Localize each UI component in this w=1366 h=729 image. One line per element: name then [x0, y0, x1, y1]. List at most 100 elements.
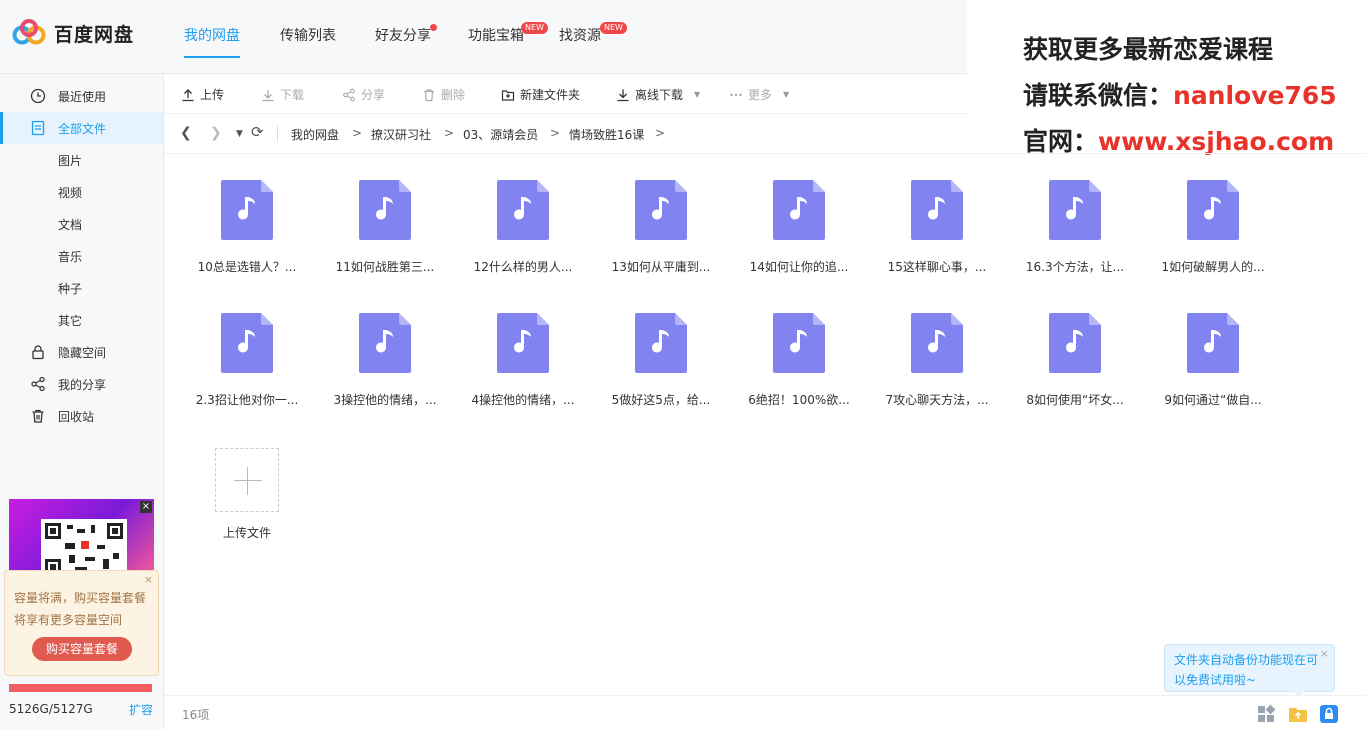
- file-list-icon: [31, 120, 45, 136]
- close-icon[interactable]: ×: [144, 573, 153, 586]
- clock-icon: [30, 88, 46, 104]
- sidebar-item-label: 回收站: [58, 410, 95, 424]
- file-item[interactable]: 10总是选错人？...: [182, 180, 312, 290]
- expand-storage-link[interactable]: 扩容: [129, 701, 153, 718]
- sidebar-item-music[interactable]: 音乐: [0, 240, 163, 272]
- file-item[interactable]: 3操控他的情绪，...: [320, 313, 450, 423]
- refresh-icon[interactable]: ⟳: [251, 123, 264, 141]
- grid-view-icon[interactable]: [1256, 704, 1276, 724]
- upload-file-tile[interactable]: [215, 448, 279, 512]
- new-folder-button[interactable]: 新建文件夹: [501, 86, 580, 103]
- promo-banner-image[interactable]: ×: [9, 499, 154, 574]
- file-item[interactable]: 1如何破解男人的...: [1148, 180, 1278, 290]
- offline-download-icon: [617, 89, 629, 101]
- download-label: 下载: [280, 88, 305, 102]
- file-item[interactable]: 9如何通过“做自...: [1148, 313, 1278, 423]
- file-item[interactable]: 2.3招让他对你一...: [182, 313, 312, 423]
- sidebar-item-label: 图片: [58, 154, 83, 168]
- file-item[interactable]: 5做好这5点，给...: [596, 313, 726, 423]
- more-label: 更多: [748, 88, 773, 102]
- file-item[interactable]: 6绝招！100%欲...: [734, 313, 864, 423]
- file-item[interactable]: 8如何使用“坏女...: [1010, 313, 1140, 423]
- sidebar-item-hidden-space[interactable]: 隐藏空间: [0, 336, 163, 368]
- breadcrumb: ❮ ❯ ▼ ⟳ 我的网盘 > 撩汉研习社 > 03、源靖会员 > 情场致胜16课…: [164, 114, 1366, 154]
- lock-icon: [32, 345, 44, 360]
- breadcrumb-separator: >: [444, 126, 455, 140]
- sidebar-item-label: 隐藏空间: [58, 346, 107, 360]
- delete-button[interactable]: 删除: [422, 86, 465, 103]
- watermark-line-2: 请联系微信：nanlove765: [1023, 76, 1337, 112]
- file-item[interactable]: 16.3个方法，让...: [1010, 180, 1140, 290]
- breadcrumb-item[interactable]: 03、源靖会员: [463, 126, 538, 143]
- offline-download-button[interactable]: 离线下载 ▼: [616, 86, 700, 103]
- upload-label: 上传: [200, 88, 225, 102]
- more-button[interactable]: 更多 ▼: [729, 86, 789, 103]
- sidebar-item-label: 种子: [58, 282, 83, 296]
- audio-file-icon: [359, 313, 411, 373]
- chevron-down-icon[interactable]: ▼: [236, 129, 243, 139]
- qr-code-icon: [41, 519, 127, 574]
- file-name: 15这样聊心事，...: [887, 260, 987, 274]
- audio-file-icon: [911, 180, 963, 240]
- file-name: 2.3招让他对你一...: [195, 393, 299, 407]
- chevron-down-icon[interactable]: ▼: [694, 90, 700, 99]
- tab-transfer-list[interactable]: 传输列表: [280, 25, 336, 45]
- tab-friend-share[interactable]: 好友分享: [375, 25, 431, 45]
- chevron-down-icon[interactable]: ▼: [783, 90, 789, 99]
- share-button[interactable]: 分享: [342, 86, 385, 103]
- sidebar-item-documents[interactable]: 文档: [0, 208, 163, 240]
- sidebar-item-recent[interactable]: 最近使用: [0, 80, 163, 112]
- sidebar-item-all-files[interactable]: 全部文件: [0, 112, 163, 144]
- audio-file-icon: [359, 180, 411, 240]
- file-name: 3操控他的情绪，...: [333, 393, 437, 407]
- sidebar-item-label: 我的分享: [58, 378, 107, 392]
- sidebar-item-label: 文档: [58, 218, 83, 232]
- sidebar-item-label: 全部文件: [58, 122, 107, 136]
- sidebar-item-videos[interactable]: 视频: [0, 176, 163, 208]
- file-item[interactable]: 12什么样的男人...: [458, 180, 588, 290]
- file-name: 10总是选错人？...: [197, 260, 297, 274]
- toolbar: 上传 下载 分享 删除 新建文件夹 离线下载 ▼ 更多 ▼: [164, 74, 967, 114]
- baidu-cloud-logo-icon: [12, 19, 46, 45]
- tab-find-resources[interactable]: 找资源: [559, 25, 601, 45]
- sidebar-item-other[interactable]: 其它: [0, 304, 163, 336]
- file-item[interactable]: 15这样聊心事，...: [872, 180, 1002, 290]
- sidebar-item-recycle-bin[interactable]: 回收站: [0, 400, 163, 432]
- backup-tip-popup: × 文件夹自动备份功能现在可以免费试用啦~: [1164, 644, 1335, 697]
- sidebar-item-images[interactable]: 图片: [0, 144, 163, 176]
- file-name: 14如何让你的追...: [749, 260, 849, 274]
- app-name: 百度网盘: [54, 23, 135, 46]
- audio-file-icon: [1049, 180, 1101, 240]
- file-item[interactable]: 4操控他的情绪，...: [458, 313, 588, 423]
- file-item[interactable]: 7攻心聊天方法，...: [872, 313, 1002, 423]
- logo[interactable]: 百度网盘: [12, 18, 134, 48]
- app-window: 百度网盘 我的网盘 传输列表 好友分享 功能宝箱 NEW 找资源 NEW 获取更…: [0, 0, 1366, 729]
- file-item[interactable]: 11如何战胜第三...: [320, 180, 450, 290]
- share-icon: [31, 376, 45, 392]
- audio-file-icon: [635, 313, 687, 373]
- lock-icon[interactable]: [1319, 704, 1339, 724]
- delete-label: 删除: [441, 88, 466, 102]
- tab-my-disk[interactable]: 我的网盘: [184, 25, 240, 45]
- breadcrumb-item[interactable]: 撩汉研习社: [371, 126, 431, 143]
- upload-button[interactable]: 上传: [181, 86, 224, 103]
- sidebar-item-torrents[interactable]: 种子: [0, 272, 163, 304]
- download-button[interactable]: 下载: [261, 86, 304, 103]
- breadcrumb-separator: >: [550, 126, 561, 140]
- breadcrumb-item[interactable]: 我的网盘: [291, 126, 339, 143]
- status-bar: 16项: [164, 695, 1366, 729]
- file-name: 13如何从平庸到...: [611, 260, 711, 274]
- file-name: 12什么样的男人...: [473, 260, 573, 274]
- file-item[interactable]: 13如何从平庸到...: [596, 180, 726, 290]
- tab-feature-box[interactable]: 功能宝箱: [468, 25, 524, 45]
- back-arrow-icon[interactable]: ❮: [180, 125, 192, 141]
- buy-storage-button[interactable]: 购买容量套餐: [32, 637, 132, 661]
- breadcrumb-item[interactable]: 情场致胜16课: [569, 126, 644, 143]
- file-item[interactable]: 14如何让你的追...: [734, 180, 864, 290]
- sidebar-item-my-shares[interactable]: 我的分享: [0, 368, 163, 400]
- forward-arrow-icon[interactable]: ❯: [210, 125, 222, 141]
- sidebar-item-label: 视频: [58, 186, 83, 200]
- backup-folder-icon[interactable]: [1288, 704, 1308, 724]
- storage-quota-bar: [9, 684, 152, 692]
- close-icon[interactable]: ×: [140, 501, 152, 513]
